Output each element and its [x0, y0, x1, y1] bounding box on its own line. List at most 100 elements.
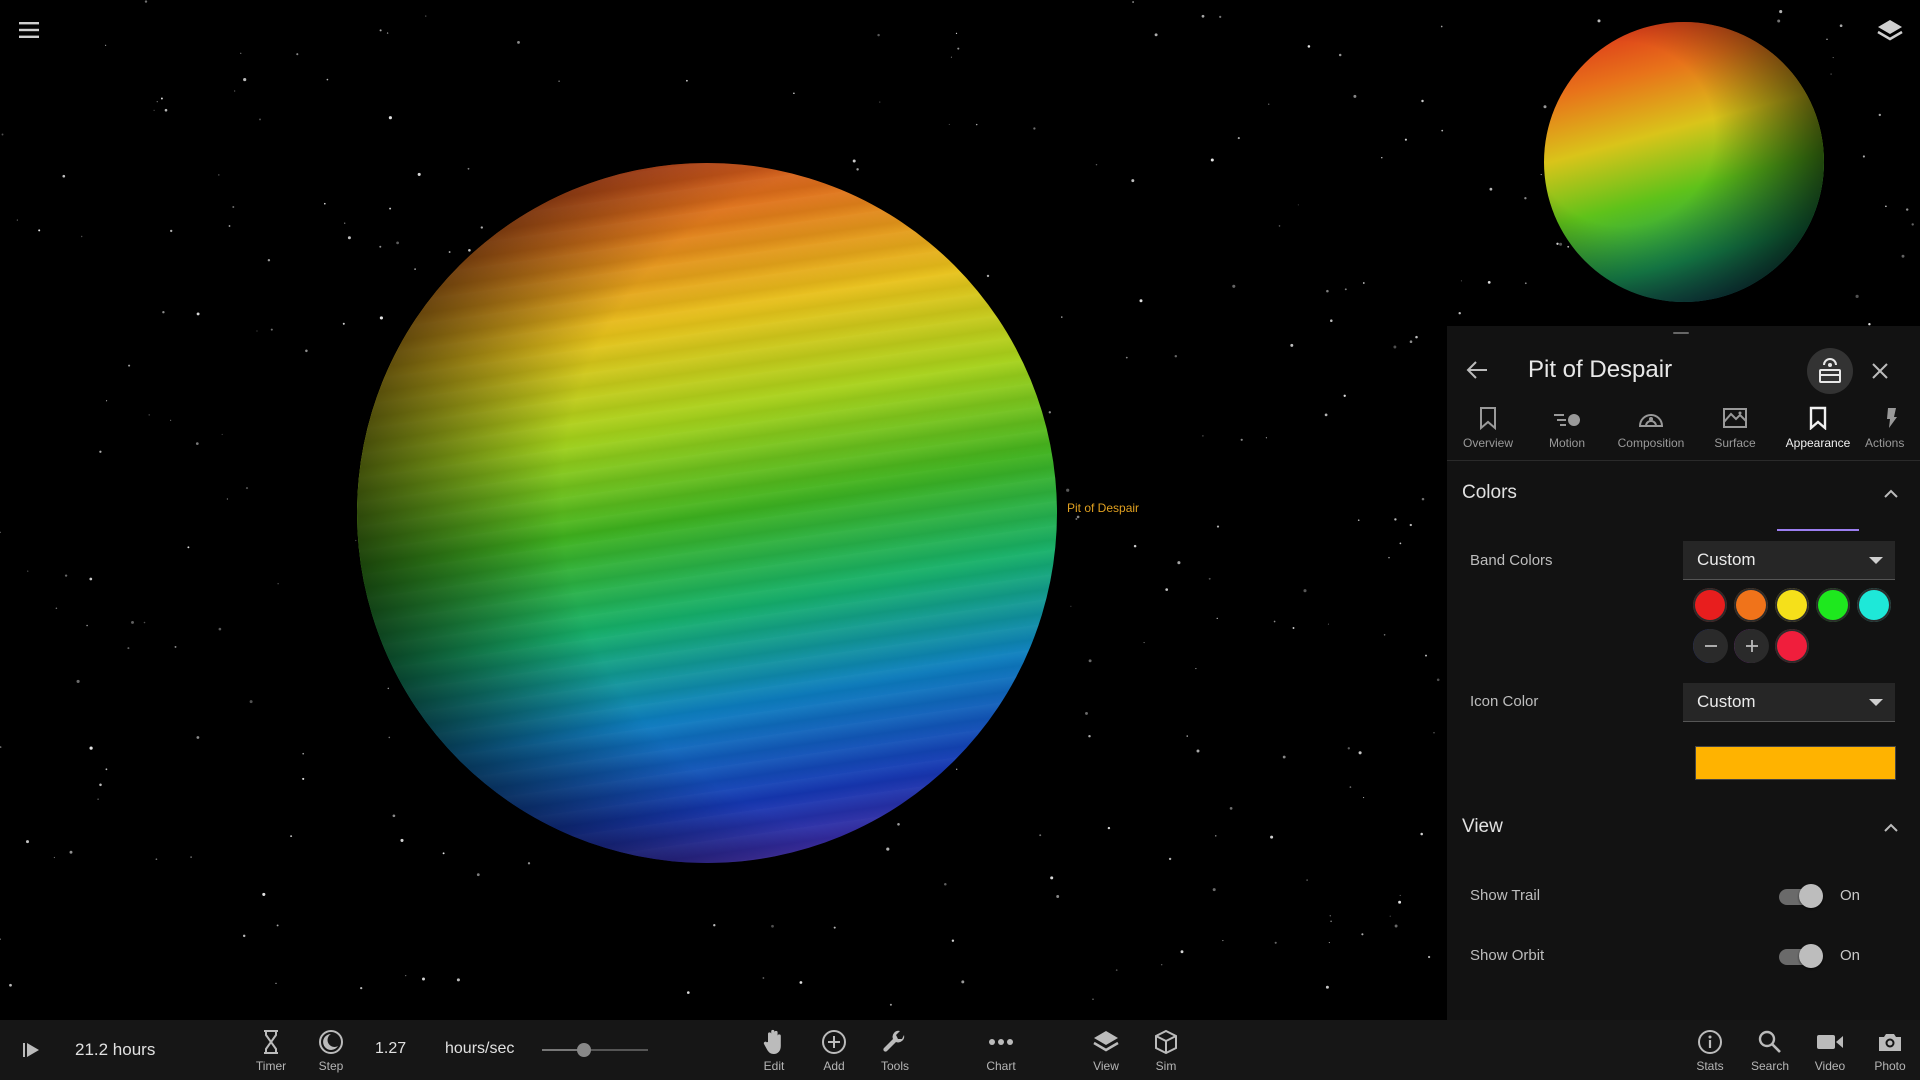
star — [1076, 515, 1080, 519]
star — [1095, 163, 1098, 166]
star — [1878, 113, 1881, 117]
planet-label[interactable]: Pit of Despair — [1067, 501, 1139, 515]
band-color-swatch[interactable] — [1775, 588, 1809, 622]
star — [955, 32, 958, 35]
star — [302, 752, 305, 755]
play-button[interactable] — [16, 1035, 46, 1065]
star — [164, 108, 168, 112]
star — [155, 858, 158, 861]
step-button[interactable]: Step — [303, 1027, 359, 1075]
tools-button[interactable]: Tools — [867, 1027, 923, 1075]
star — [342, 322, 345, 325]
band-color-swatch[interactable] — [1857, 588, 1891, 622]
star — [143, 621, 146, 624]
close-button[interactable] — [1861, 352, 1899, 390]
stats-button[interactable]: Stats — [1682, 1027, 1738, 1075]
view-section-header[interactable]: View — [1447, 808, 1920, 848]
star — [1399, 894, 1401, 896]
tab-motion[interactable]: Motion — [1531, 398, 1603, 460]
star — [1278, 225, 1281, 227]
remove-color-button[interactable] — [1694, 629, 1728, 663]
star — [558, 80, 560, 83]
tab-appearance[interactable]: Appearance — [1777, 398, 1859, 460]
time-rate-unit[interactable]: hours/sec — [445, 1040, 514, 1058]
star — [275, 982, 277, 984]
star — [1436, 678, 1440, 682]
icon-color-select[interactable]: Custom — [1683, 683, 1895, 722]
panel-title: Pit of Despair — [1528, 356, 1673, 383]
star — [1383, 634, 1386, 636]
add-button[interactable]: Add — [806, 1027, 862, 1075]
star — [156, 101, 158, 103]
star — [1139, 299, 1143, 303]
star — [105, 768, 108, 771]
star — [0, 531, 1, 533]
panel-drag-handle[interactable] — [1673, 332, 1689, 334]
star — [1125, 356, 1128, 359]
sim-button[interactable]: Sim — [1138, 1027, 1194, 1075]
menu-button[interactable] — [14, 16, 46, 44]
time-rate-value[interactable]: 1.27 — [375, 1040, 406, 1058]
star — [242, 934, 246, 938]
tab-composition[interactable]: Composition — [1605, 398, 1697, 460]
star — [1487, 281, 1491, 284]
motion-icon — [1554, 414, 1580, 426]
star — [62, 174, 66, 178]
toolbar-label: Stats — [1696, 1059, 1724, 1073]
band-colors-select[interactable]: Custom — [1683, 541, 1895, 580]
time-rate-slider[interactable] — [542, 1040, 648, 1060]
view-button[interactable]: View — [1078, 1027, 1134, 1075]
photo-button[interactable]: Photo — [1862, 1027, 1918, 1075]
star — [86, 624, 88, 627]
search-button[interactable]: Search — [1742, 1027, 1798, 1075]
star — [456, 978, 460, 982]
star — [1409, 523, 1412, 527]
star — [1394, 924, 1398, 928]
layers-button[interactable] — [1872, 14, 1908, 48]
star — [1330, 319, 1333, 322]
star — [986, 274, 990, 278]
colors-section-header[interactable]: Colors — [1447, 474, 1920, 514]
edit-button[interactable]: Edit — [746, 1027, 802, 1075]
star — [218, 627, 222, 631]
chart-button[interactable]: Chart — [973, 1027, 1029, 1075]
timer-button[interactable]: Timer — [243, 1027, 299, 1075]
tab-overview[interactable]: Overview — [1447, 398, 1529, 460]
toolbar-label: View — [1093, 1059, 1119, 1073]
toolbar-label: Photo — [1874, 1059, 1906, 1073]
star — [195, 442, 199, 445]
star — [1196, 749, 1200, 753]
star — [1160, 963, 1163, 966]
star — [128, 364, 131, 367]
add-color-button[interactable] — [1735, 629, 1769, 663]
star — [1389, 915, 1391, 917]
star — [1088, 734, 1091, 738]
tab-surface[interactable]: Surface — [1699, 398, 1771, 460]
slider-knob[interactable] — [577, 1043, 592, 1057]
star — [1174, 354, 1178, 358]
video-button[interactable]: Video — [1802, 1027, 1858, 1075]
star — [270, 328, 273, 331]
star — [305, 349, 308, 353]
star — [951, 939, 955, 942]
star — [1215, 835, 1217, 837]
show-orbit-toggle[interactable] — [1777, 944, 1825, 968]
show-trail-toggle[interactable] — [1777, 884, 1825, 908]
band-color-swatch[interactable] — [1734, 588, 1768, 622]
focus-button[interactable] — [1807, 348, 1853, 394]
chevron-up-icon — [1884, 489, 1898, 498]
icon-color-swatch[interactable] — [1695, 746, 1896, 780]
planet-thumbnail[interactable] — [1544, 22, 1824, 302]
star — [1324, 413, 1328, 417]
band-color-swatch[interactable] — [1816, 588, 1850, 622]
band-color-swatch[interactable] — [1775, 629, 1809, 663]
star — [1855, 294, 1859, 298]
back-button[interactable] — [1459, 352, 1495, 388]
tab-actions[interactable]: Actions — [1865, 398, 1920, 460]
select-value: Custom — [1697, 692, 1756, 711]
star — [76, 679, 80, 683]
planet[interactable] — [357, 163, 1057, 863]
star — [762, 977, 765, 979]
band-color-swatch[interactable] — [1693, 588, 1727, 622]
star — [1779, 10, 1783, 14]
